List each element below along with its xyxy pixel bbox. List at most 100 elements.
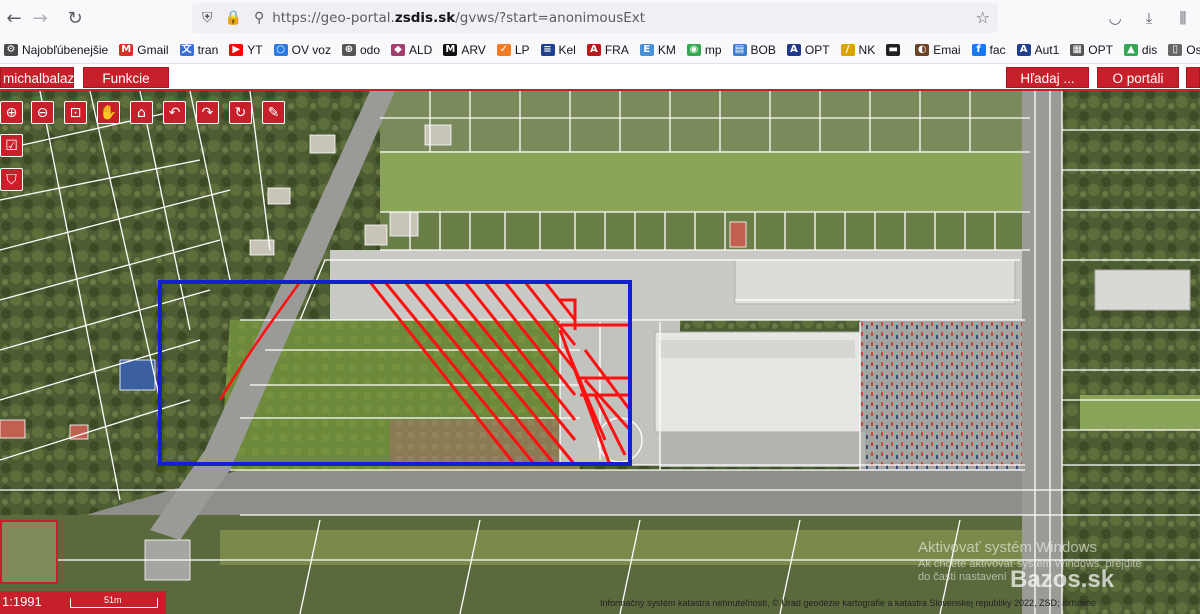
bookmark-item[interactable]: ◐ Emai [915, 43, 961, 57]
site-watermark: Bazos.sk [1010, 566, 1115, 593]
bookmark-label: OPT [1088, 42, 1113, 57]
bookmark-label: dis [1141, 42, 1158, 57]
bookmark-item[interactable]: ▬ [886, 43, 904, 56]
refresh-icon[interactable]: ↻ [229, 101, 252, 124]
overview-map[interactable] [0, 520, 58, 584]
zoom-out-icon[interactable]: ⊖ [31, 101, 54, 124]
bookmark-label: LP [514, 42, 530, 57]
east-building [1094, 269, 1191, 311]
bookmark-item[interactable]: / NK [840, 42, 876, 57]
bookmark-item[interactable]: ◆ ALD [391, 43, 432, 57]
bookmark-favicon-icon: / [840, 43, 855, 56]
header-edge-button[interactable] [1186, 67, 1200, 88]
bookmark-label: Kel [558, 42, 576, 57]
bookmark-favicon-icon: ◐ [915, 43, 930, 56]
bookmark-item[interactable]: A FRA [586, 43, 629, 57]
bookmark-label: OPT [804, 42, 830, 57]
vertical-road [1022, 91, 1062, 614]
bookmark-label: YT [247, 42, 263, 57]
bookmark-label: ARV [461, 42, 486, 57]
bookmark-label: Najobľúbenejšie [22, 42, 109, 57]
erase-icon[interactable]: ✎ [262, 101, 285, 124]
functions-button[interactable]: Funkcie [83, 67, 169, 88]
bookmark-favicon-icon: ▲ [1123, 43, 1138, 56]
garden-plots [380, 91, 1030, 151]
bookmark-item[interactable]: 文 tran [179, 42, 219, 57]
bookmark-item[interactable]: M Gmail [119, 42, 169, 57]
bookmark-label: tran [197, 42, 219, 57]
bookmark-favicon-icon: ✓ [496, 43, 511, 56]
bookmark-item[interactable]: ✓ LP [496, 42, 530, 57]
screen: ← → ↻ ⛨ 🔒 ⚲ https://geo-portal.zsdis.sk/… [0, 0, 1200, 614]
bookmark-item[interactable]: ▲ dis [1123, 42, 1158, 57]
bookmark-item[interactable]: ◉ mp [686, 42, 722, 57]
redo-icon[interactable]: ↷ [196, 101, 219, 124]
bookmark-label: Os [1186, 42, 1200, 57]
bookmark-label: OV voz [291, 42, 331, 57]
search-button[interactable]: Hľadaj ... [1006, 67, 1089, 88]
reload-icon[interactable]: ↻ [61, 4, 89, 32]
bookmark-item[interactable]: A OPT [786, 42, 830, 57]
bookmark-item[interactable]: M ARV [443, 42, 486, 57]
url-prefix: https://geo-portal. [272, 10, 395, 26]
bookmark-favicon-icon: ▤ [732, 43, 747, 56]
bookmark-favicon-icon: 文 [179, 43, 194, 56]
user-button[interactable]: michalbalaz [0, 67, 74, 88]
select-icon[interactable]: ☑ [0, 134, 23, 157]
bookmark-item[interactable]: ▶ YT [229, 42, 263, 57]
bookmark-favicon-icon: ◆ [391, 43, 405, 56]
permissions-icon[interactable]: ⚲ [254, 10, 264, 26]
map-canvas[interactable] [0, 91, 1200, 614]
bookmark-item[interactable]: ⚙ Najobľúbenejšie [4, 43, 108, 57]
bookmark-label: KM [657, 42, 676, 57]
zoom-in-icon[interactable]: ⊕ [0, 101, 23, 124]
bookmark-item[interactable]: ▯Os [1168, 43, 1200, 57]
zoom-box-icon[interactable]: ⊡ [64, 101, 87, 124]
bookmark-favicon-icon: M [443, 43, 458, 56]
url-path: /gvws/?start=anonimousExt [455, 10, 646, 26]
about-button[interactable]: O portáli [1097, 67, 1179, 88]
full-extent-icon[interactable]: ⌂ [130, 101, 153, 124]
scale-distance: 51m [104, 595, 122, 605]
browser-toolbar: ← → ↻ ⛨ 🔒 ⚲ https://geo-portal.zsdis.sk/… [0, 0, 1200, 36]
bookmark-item[interactable]: f fac [971, 42, 1006, 57]
basket-icon[interactable]: ⛉ [0, 168, 23, 191]
bookmark-favicon-icon: ⊕ [341, 43, 356, 56]
forward-icon[interactable]: → [26, 4, 54, 32]
library-icon[interactable]: ⫼ [1166, 9, 1200, 27]
bookmark-favicon-icon: E [639, 43, 654, 56]
pan-hand-icon[interactable]: ✋ [97, 101, 120, 124]
bookmark-favicon-icon: ▶ [229, 43, 244, 56]
lock-icon[interactable]: 🔒 [225, 10, 242, 26]
undo-icon[interactable]: ↶ [163, 101, 186, 124]
supermarket-roof-band [660, 340, 855, 358]
address-bar[interactable]: ⛨ 🔒 ⚲ https://geo-portal.zsdis.sk/gvws/?… [192, 3, 998, 33]
bookmark-label: fac [989, 42, 1006, 57]
scale-text: 1:1991 [2, 594, 42, 609]
bookmark-star-icon[interactable]: ☆ [976, 8, 990, 27]
url-text[interactable]: https://geo-portal.zsdis.sk/gvws/?start=… [272, 10, 645, 26]
parking-strip [660, 432, 865, 467]
map-view[interactable]: ⊕ ⊖ ⊡ ✋ ⌂ ↶ ↷ ↻ ✎ ☑ ⛉ 1:1991 51m Aktivovať systém … [0, 91, 1200, 614]
shield-icon[interactable]: ⛨ [202, 10, 213, 26]
app-header: michalbalaz Funkcie Hľadaj ... O portáli [0, 64, 1200, 91]
bookmark-label: Aut1 [1034, 42, 1060, 57]
bookmark-favicon-icon: A [786, 43, 801, 56]
bookmark-label: mp [704, 42, 722, 57]
bookmark-favicon-icon: M [119, 43, 134, 56]
bookmark-item[interactable]: E KM [639, 42, 676, 57]
bookmark-item[interactable]: ⊕ odo [341, 42, 380, 57]
bookmark-item[interactable]: ≡ Kel [540, 42, 576, 57]
back-icon[interactable]: ← [0, 4, 28, 32]
warehouse-building [734, 259, 1016, 305]
bookmark-favicon-icon: ◉ [686, 43, 701, 56]
bookmark-label: Gmail [137, 42, 169, 57]
bookmark-label: odo [359, 42, 380, 57]
bookmark-item[interactable]: ▦ OPT [1070, 43, 1113, 57]
download-icon[interactable]: ⤓ [1132, 9, 1166, 27]
bookmark-item[interactable]: A Aut1 [1016, 42, 1060, 57]
pocket-icon[interactable]: ◡ [1098, 9, 1132, 27]
bookmark-item[interactable]: ▤ BOB [732, 43, 776, 57]
bookmark-label: NK [858, 42, 876, 57]
bookmark-item[interactable]: ○ OV voz [273, 42, 331, 57]
